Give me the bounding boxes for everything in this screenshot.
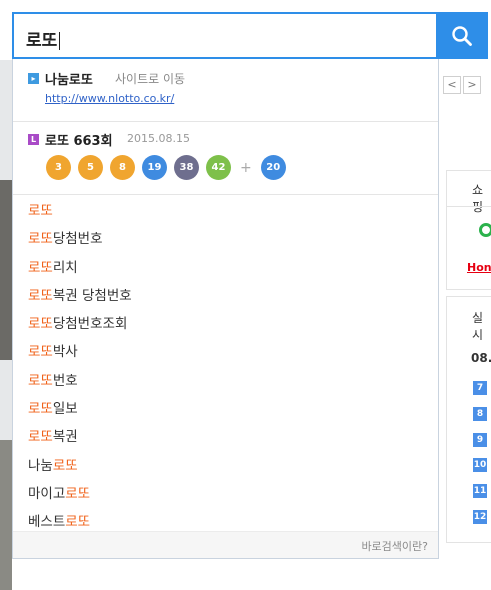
next-arrow-button[interactable]: > (463, 76, 481, 94)
lotto-date: 2015.08.15 (127, 132, 190, 145)
background-photo (0, 180, 12, 360)
rank-badge: 9 (473, 433, 487, 447)
lotto-bonus-ball: 20 (260, 155, 286, 180)
rank-badge: 7 (473, 381, 487, 395)
suggestion-item[interactable]: 로또번호 (13, 367, 438, 395)
lotto-badge-icon: L (28, 134, 39, 145)
suggestion-list: 로또 로또당첨번호 로또리치 로또복권 당첨번호 로또당첨번호조회 로또박사 로… (13, 197, 438, 537)
suggestion-item[interactable]: 마이고로또 (13, 480, 438, 508)
lotto-ball: 8 (110, 155, 135, 180)
site-shortcut: ▸ 나눔로또 사이트로 이동 http://www.nlotto.co.kr/ (13, 59, 438, 122)
brand-logo-icon (479, 223, 491, 237)
shopping-box: 쇼핑 Hon (446, 170, 491, 290)
suggestion-item[interactable]: 로또리치 (13, 254, 438, 282)
background-left-strip (0, 60, 12, 590)
realtime-date: 08. (471, 351, 491, 365)
plus-sign: + (240, 159, 252, 176)
divider (447, 206, 491, 207)
autocomplete-dropdown: ▸ 나눔로또 사이트로 이동 http://www.nlotto.co.kr/ … (12, 59, 439, 559)
brand-link[interactable]: Hon (467, 261, 491, 274)
lotto-ball: 19 (142, 155, 167, 180)
dropdown-footer: 바로검색이란? (13, 531, 438, 558)
shopping-label[interactable]: 쇼핑 (472, 181, 491, 215)
site-name[interactable]: 나눔로또 (45, 69, 93, 88)
realtime-label[interactable]: 실시 (472, 309, 491, 343)
suggestion-item[interactable]: 나눔로또 (13, 452, 438, 480)
carousel-arrows: < > (443, 76, 483, 94)
search-query: 로또 (26, 31, 58, 51)
site-url-link[interactable]: http://www.nlotto.co.kr/ (45, 92, 174, 105)
lotto-result: L 로또 663회 2015.08.15 3 5 8 19 38 42 + 20 (13, 122, 438, 195)
suggestion-item[interactable]: 로또복권 당첨번호 (13, 282, 438, 310)
search-bar: 로또 (12, 12, 488, 61)
realtime-box: 실시 08. 7 8 9 10 11 12 (446, 296, 491, 543)
prev-arrow-button[interactable]: < (443, 76, 461, 94)
search-button[interactable] (436, 12, 488, 59)
background-photo (0, 440, 12, 590)
quick-search-help-link[interactable]: 바로검색이란? (361, 538, 428, 554)
rank-badge: 11 (473, 484, 487, 498)
text-caret (59, 32, 61, 50)
site-badge-icon: ▸ (28, 73, 39, 84)
search-input[interactable]: 로또 (12, 12, 436, 59)
rank-badge: 12 (473, 510, 487, 524)
rank-badge: 10 (473, 458, 487, 472)
search-icon (452, 25, 472, 46)
lotto-title[interactable]: 로또 663회 (45, 130, 113, 149)
suggestion-item[interactable]: 로또박사 (13, 338, 438, 366)
lotto-ball: 42 (206, 155, 231, 180)
suggestion-item[interactable]: 로또 (13, 197, 438, 225)
lotto-ball: 3 (46, 155, 71, 180)
suggestion-item[interactable]: 로또당첨번호 (13, 225, 438, 253)
suggestion-item[interactable]: 로또복권 (13, 423, 438, 451)
rank-badge: 8 (473, 407, 487, 421)
suggestion-item[interactable]: 로또당첨번호조회 (13, 310, 438, 338)
lotto-ball: 5 (78, 155, 103, 180)
site-move-label[interactable]: 사이트로 이동 (115, 70, 185, 87)
suggestion-item[interactable]: 로또일보 (13, 395, 438, 423)
lotto-numbers: 3 5 8 19 38 42 + 20 (46, 155, 293, 180)
lotto-ball: 38 (174, 155, 199, 180)
